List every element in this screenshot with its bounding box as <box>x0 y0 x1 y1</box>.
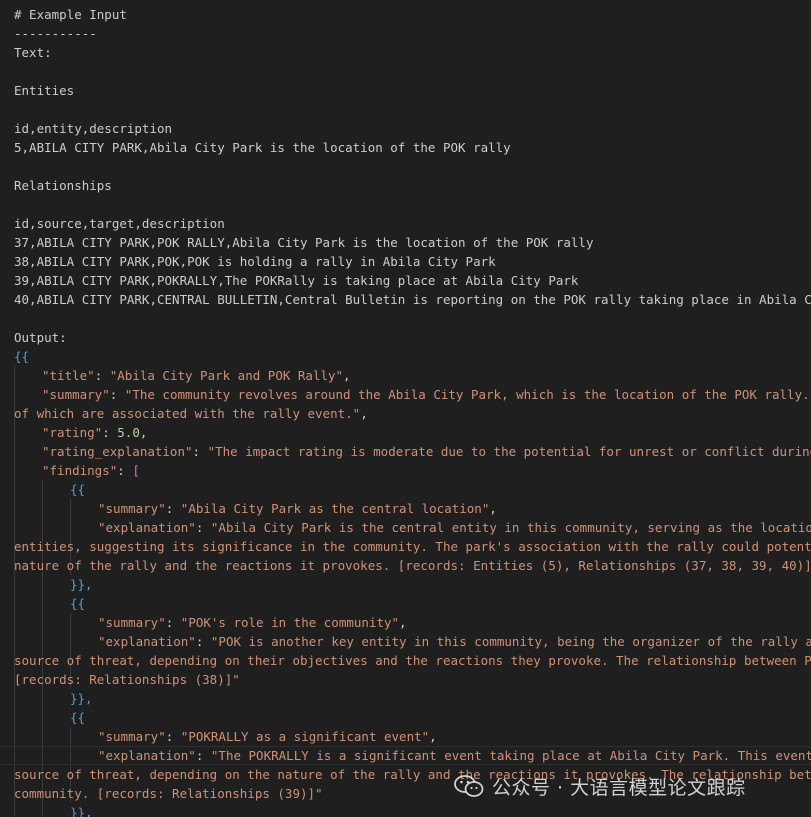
code-line: Output: <box>14 330 67 345</box>
code-line: nature of the rally and the reactions it… <box>14 558 811 573</box>
code-line: }}, <box>70 691 93 706</box>
code-line: "summary": "Abila City Park as the centr… <box>98 501 497 516</box>
code-line: {{ <box>14 349 30 364</box>
code-line: 5,ABILA CITY PARK,Abila City Park is the… <box>14 140 511 155</box>
code-line: "summary": "POKRALLY as a significant ev… <box>98 729 437 744</box>
code-line: Entities <box>14 83 75 98</box>
code-line: "findings": [ <box>42 463 140 478</box>
code-line: "explanation": "The POKRALLY is a signif… <box>98 748 811 763</box>
code-line: {{ <box>70 596 86 611</box>
code-line: "rating": 5.0, <box>42 425 148 440</box>
code-line: Text: <box>14 45 52 60</box>
code-line: id,source,target,description <box>14 216 225 231</box>
code-line: {{ <box>70 482 86 497</box>
code-line: entities, suggesting its significance in… <box>14 539 811 554</box>
code-line: # Example Input <box>14 7 127 22</box>
code-editor[interactable]: # Example Input ----------- Text: Entiti… <box>0 0 811 817</box>
code-line: "title": "Abila City Park and POK Rally"… <box>42 368 351 383</box>
code-line: }}, <box>70 805 93 817</box>
code-line: 38,ABILA CITY PARK,POK,POK is holding a … <box>14 254 496 269</box>
code-line: ----------- <box>14 26 97 41</box>
code-line: Relationships <box>14 178 112 193</box>
wechat-icon <box>454 774 484 798</box>
code-line: "summary": "POK's role in the community"… <box>98 615 407 630</box>
code-line: community. [records: Relationships (39)]… <box>14 786 323 801</box>
code-line: 39,ABILA CITY PARK,POKRALLY,The POKRally… <box>14 273 579 288</box>
code-line: [records: Relationships (38)]" <box>14 672 240 687</box>
code-line: of which are associated with the rally e… <box>14 406 368 421</box>
code-line: "rating_explanation": "The impact rating… <box>42 444 811 459</box>
watermark: 公众号 · 大语言模型论文跟踪 <box>454 770 746 802</box>
code-line: "explanation": "Abila City Park is the c… <box>98 520 811 535</box>
code-line: }}, <box>70 577 93 592</box>
code-line: {{ <box>70 710 86 725</box>
code-line: id,entity,description <box>14 121 173 136</box>
code-line: "explanation": "POK is another key entit… <box>98 634 811 649</box>
code-line: 40,ABILA CITY PARK,CENTRAL BULLETIN,Cent… <box>14 292 811 307</box>
code-line: source of threat, depending on their obj… <box>14 653 811 668</box>
watermark-text: 公众号 · 大语言模型论文跟踪 <box>492 776 746 799</box>
code-line: 37,ABILA CITY PARK,POK RALLY,Abila City … <box>14 235 594 250</box>
code-line: "summary": "The community revolves aroun… <box>42 387 811 402</box>
